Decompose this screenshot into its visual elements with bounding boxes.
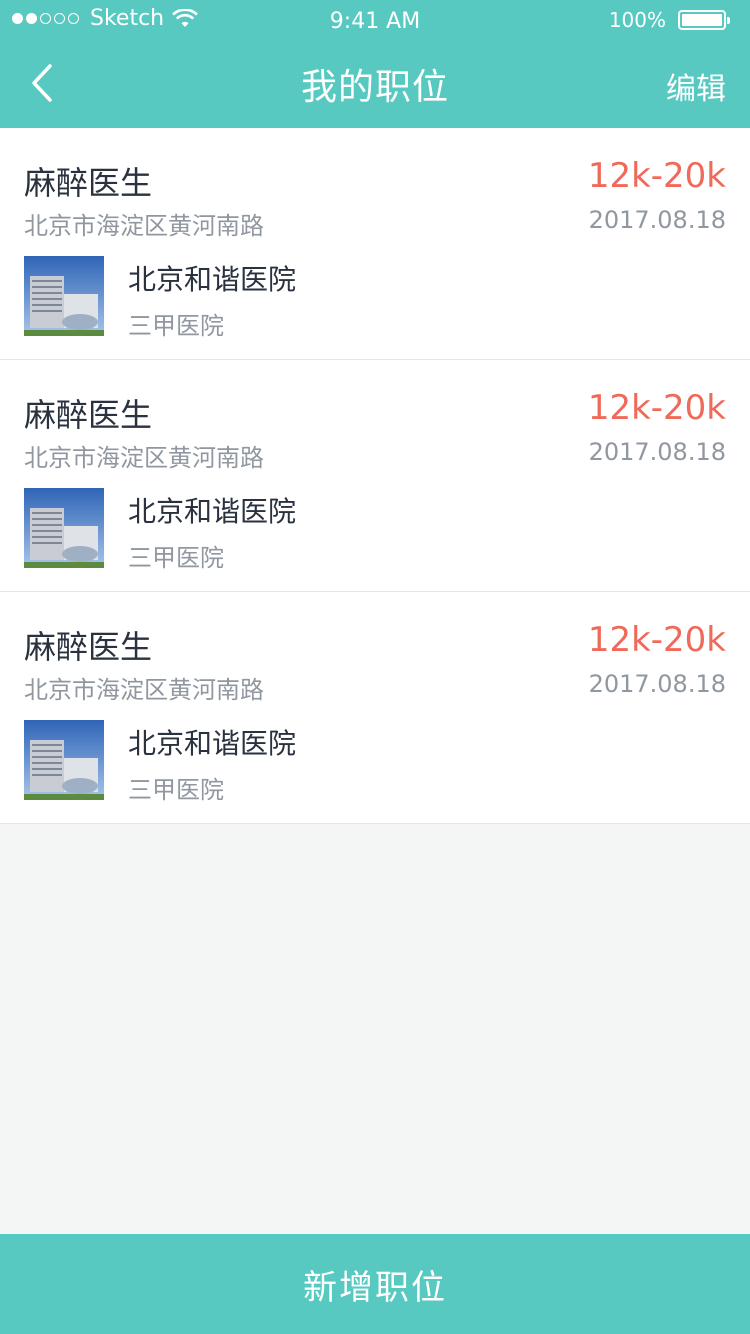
job-title: 麻醉医生: [24, 164, 153, 202]
hospital-level: 三甲医院: [128, 776, 224, 804]
status-bar: Sketch 9:41 AM 100%: [0, 0, 750, 40]
job-date: 2017.08.18: [588, 206, 726, 234]
hospital-name: 北京和谐医院: [128, 263, 297, 296]
job-address: 北京市海淀区黄河南路: [24, 444, 264, 472]
job-salary: 12k-20k: [587, 156, 726, 196]
battery-percentage: 100%: [608, 8, 666, 32]
job-salary: 12k-20k: [587, 620, 726, 660]
job-date: 2017.08.18: [588, 670, 726, 698]
job-title: 麻醉医生: [24, 396, 153, 434]
job-date: 2017.08.18: [588, 438, 726, 466]
job-card[interactable]: 麻醉医生 12k-20k 北京市海淀区黄河南路 2017.08.18 北京和谐医…: [0, 592, 750, 824]
edit-button[interactable]: 编辑: [666, 64, 726, 108]
hospital-thumbnail: [24, 720, 104, 800]
job-address: 北京市海淀区黄河南路: [24, 212, 264, 240]
page-title: 我的职位: [300, 67, 449, 108]
job-list: 麻醉医生 12k-20k 北京市海淀区黄河南路 2017.08.18 北京和谐医…: [0, 128, 750, 824]
battery-icon: [678, 10, 730, 30]
hospital-level: 三甲医院: [128, 544, 224, 572]
job-salary: 12k-20k: [587, 388, 726, 428]
job-card[interactable]: 麻醉医生 12k-20k 北京市海淀区黄河南路 2017.08.18 北京和谐医…: [0, 360, 750, 592]
hospital-thumbnail: [24, 256, 104, 336]
hospital-name: 北京和谐医院: [128, 495, 297, 528]
top-bar: Sketch 9:41 AM 100% 我的职位 编辑: [0, 0, 750, 128]
job-card[interactable]: 麻醉医生 12k-20k 北京市海淀区黄河南路 2017.08.18 北京和谐医…: [0, 128, 750, 360]
hospital-name: 北京和谐医院: [128, 727, 297, 760]
status-right: 100%: [608, 8, 730, 32]
hospital-level: 三甲医院: [128, 312, 224, 340]
job-address: 北京市海淀区黄河南路: [24, 676, 264, 704]
add-position-button[interactable]: 新增职位: [0, 1234, 750, 1334]
job-title: 麻醉医生: [24, 628, 153, 666]
hospital-thumbnail: [24, 488, 104, 568]
